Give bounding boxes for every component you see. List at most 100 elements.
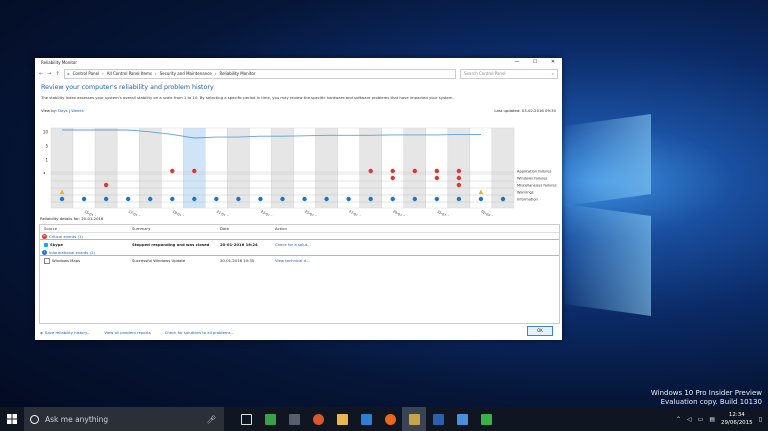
breadcrumb-all-items[interactable]: All Control Panel Items bbox=[107, 71, 152, 76]
information-marker bbox=[390, 196, 395, 202]
search-icon: ⌕ bbox=[551, 71, 554, 76]
address-bar[interactable]: ▸ Control Panel › All Control Panel Items… bbox=[63, 68, 456, 79]
information-marker bbox=[280, 196, 285, 202]
search-input[interactable]: Search Control Panel ⌕ bbox=[460, 68, 558, 79]
information-marker bbox=[170, 196, 175, 202]
breadcrumb-reliability[interactable]: Reliability Monitor bbox=[219, 71, 255, 76]
row-label: Warnings bbox=[517, 191, 534, 195]
check-solutions-link[interactable]: Check for solutions to all problems... bbox=[165, 330, 235, 335]
cortana-search-box[interactable]: Ask me anything 🎤︎ bbox=[24, 407, 224, 431]
information-marker bbox=[81, 196, 87, 202]
group-label: Critical events (1) bbox=[49, 233, 83, 239]
information-marker bbox=[324, 196, 329, 202]
action-link[interactable]: View technical d... bbox=[275, 258, 559, 263]
title-bar[interactable]: Reliability Monitor — ☐ ✕ bbox=[35, 58, 562, 67]
col-date[interactable]: Date bbox=[220, 226, 275, 231]
information-marker bbox=[368, 196, 373, 202]
chart-column bbox=[381, 127, 404, 209]
view-reports-link[interactable]: View all problem reports bbox=[104, 330, 150, 335]
view-days-link[interactable]: Days bbox=[58, 108, 67, 113]
chart-column bbox=[293, 127, 316, 209]
chart-column bbox=[205, 127, 228, 209]
misc-failure-marker bbox=[103, 182, 109, 188]
wallpaper-light bbox=[565, 203, 651, 317]
movies-icon[interactable] bbox=[282, 407, 306, 431]
save-history-link[interactable]: ◆ Save reliability history... bbox=[40, 330, 90, 335]
view-weeks-link[interactable]: Weeks bbox=[71, 108, 83, 113]
row-label: Application failures bbox=[517, 170, 552, 174]
chart-column bbox=[315, 127, 338, 209]
group-informational[interactable]: i Informational events (1) bbox=[40, 249, 559, 256]
application-failure-marker bbox=[368, 168, 373, 174]
information-marker bbox=[456, 196, 462, 202]
clock[interactable]: 12:34 29/06/2015 bbox=[721, 411, 753, 427]
information-marker bbox=[148, 196, 153, 202]
cortana-placeholder: Ask me anything bbox=[45, 414, 109, 424]
page-description: The stability index assesses your system… bbox=[41, 95, 454, 100]
notification-icon[interactable]: ▤ bbox=[709, 416, 715, 423]
view-by: View by: Days | Weeks bbox=[41, 108, 84, 113]
word-icon[interactable] bbox=[426, 407, 450, 431]
info-icon: i bbox=[42, 249, 47, 255]
maps-icon[interactable] bbox=[258, 407, 282, 431]
breadcrumb-security[interactable]: Security and Maintenance bbox=[160, 71, 212, 76]
information-marker bbox=[214, 196, 219, 202]
paint-icon[interactable] bbox=[306, 407, 330, 431]
maximize-button[interactable]: ☐ bbox=[526, 58, 544, 67]
volume-icon[interactable]: ◁ bbox=[687, 416, 692, 423]
firefox-icon[interactable] bbox=[378, 407, 402, 431]
store-icon[interactable] bbox=[354, 407, 378, 431]
windows-failure-marker bbox=[456, 175, 462, 181]
microphone-icon[interactable]: 🎤︎ bbox=[206, 415, 216, 424]
network-icon[interactable]: ▭ bbox=[698, 416, 704, 423]
table-row[interactable]: Windows Maps Successful Windows Update 2… bbox=[40, 256, 559, 265]
col-action[interactable]: Action bbox=[275, 226, 559, 231]
reliability-monitor-window: Reliability Monitor — ☐ ✕ ← → ↑ ▸ Contro… bbox=[35, 58, 562, 340]
application-failure-marker bbox=[170, 168, 175, 174]
misc-failure-marker bbox=[456, 182, 462, 188]
x-tick-label: 17-01-2016 bbox=[128, 209, 147, 216]
search-placeholder: Search Control Panel bbox=[464, 71, 506, 76]
window-controls: — ☐ ✕ bbox=[508, 58, 562, 67]
x-tick-label: 02-02-2016 bbox=[480, 209, 499, 216]
stability-chart[interactable]: 10 5 1 Application failures Windows failures… bbox=[39, 126, 557, 216]
x-tick-label: 27-01-2016 bbox=[348, 209, 367, 216]
application-failure-marker bbox=[434, 168, 440, 174]
start-button[interactable] bbox=[0, 407, 24, 431]
reliability-monitor-task-icon[interactable] bbox=[402, 407, 426, 431]
chart-column bbox=[227, 127, 250, 209]
page-title: Review your computer's reliability and p… bbox=[41, 84, 214, 91]
group-critical[interactable]: ✕ Critical events (1) bbox=[40, 233, 559, 240]
close-button[interactable]: ✕ bbox=[544, 58, 562, 67]
forward-button[interactable]: → bbox=[47, 71, 51, 77]
table-row[interactable]: Skype Stopped responding and was closed … bbox=[40, 240, 559, 249]
chart-column bbox=[94, 127, 118, 209]
minimize-button[interactable]: — bbox=[508, 58, 526, 67]
breadcrumb-control-panel[interactable]: Control Panel bbox=[73, 71, 100, 76]
task-view-icon[interactable] bbox=[234, 407, 258, 431]
col-source[interactable]: Source bbox=[40, 226, 132, 231]
information-marker bbox=[346, 196, 351, 202]
mail-icon[interactable] bbox=[450, 407, 474, 431]
table-header: Source Summary Date Action bbox=[40, 225, 559, 233]
x-tick-label: 31-01-2016 bbox=[436, 209, 455, 216]
file-explorer-icon[interactable] bbox=[330, 407, 354, 431]
chevron-up-icon[interactable]: ⌃ bbox=[676, 416, 681, 423]
information-marker bbox=[59, 196, 65, 202]
taskbar: Ask me anything 🎤︎ ⌃ ◁ ▭ ▤ 12:34 29/06/2… bbox=[0, 407, 768, 431]
x-tick-label: 23-01-2016 bbox=[260, 209, 279, 216]
x-tick-label: 29-01-2016 bbox=[392, 209, 411, 216]
up-button[interactable]: ↑ bbox=[55, 71, 59, 77]
chart-column bbox=[491, 127, 515, 209]
group-label: Informational events (1) bbox=[49, 249, 95, 255]
application-failure-marker bbox=[192, 168, 197, 174]
back-button[interactable]: ← bbox=[39, 71, 43, 77]
ok-button[interactable]: OK bbox=[527, 326, 553, 336]
information-marker bbox=[302, 196, 307, 202]
col-summary[interactable]: Summary bbox=[132, 226, 220, 231]
information-marker bbox=[258, 196, 263, 202]
green-app-icon[interactable] bbox=[474, 407, 498, 431]
action-link[interactable]: Check for a solut... bbox=[275, 242, 559, 247]
action-center-icon[interactable]: ▯ bbox=[759, 416, 762, 423]
footer: ◆ Save reliability history... View all pr… bbox=[35, 324, 562, 340]
